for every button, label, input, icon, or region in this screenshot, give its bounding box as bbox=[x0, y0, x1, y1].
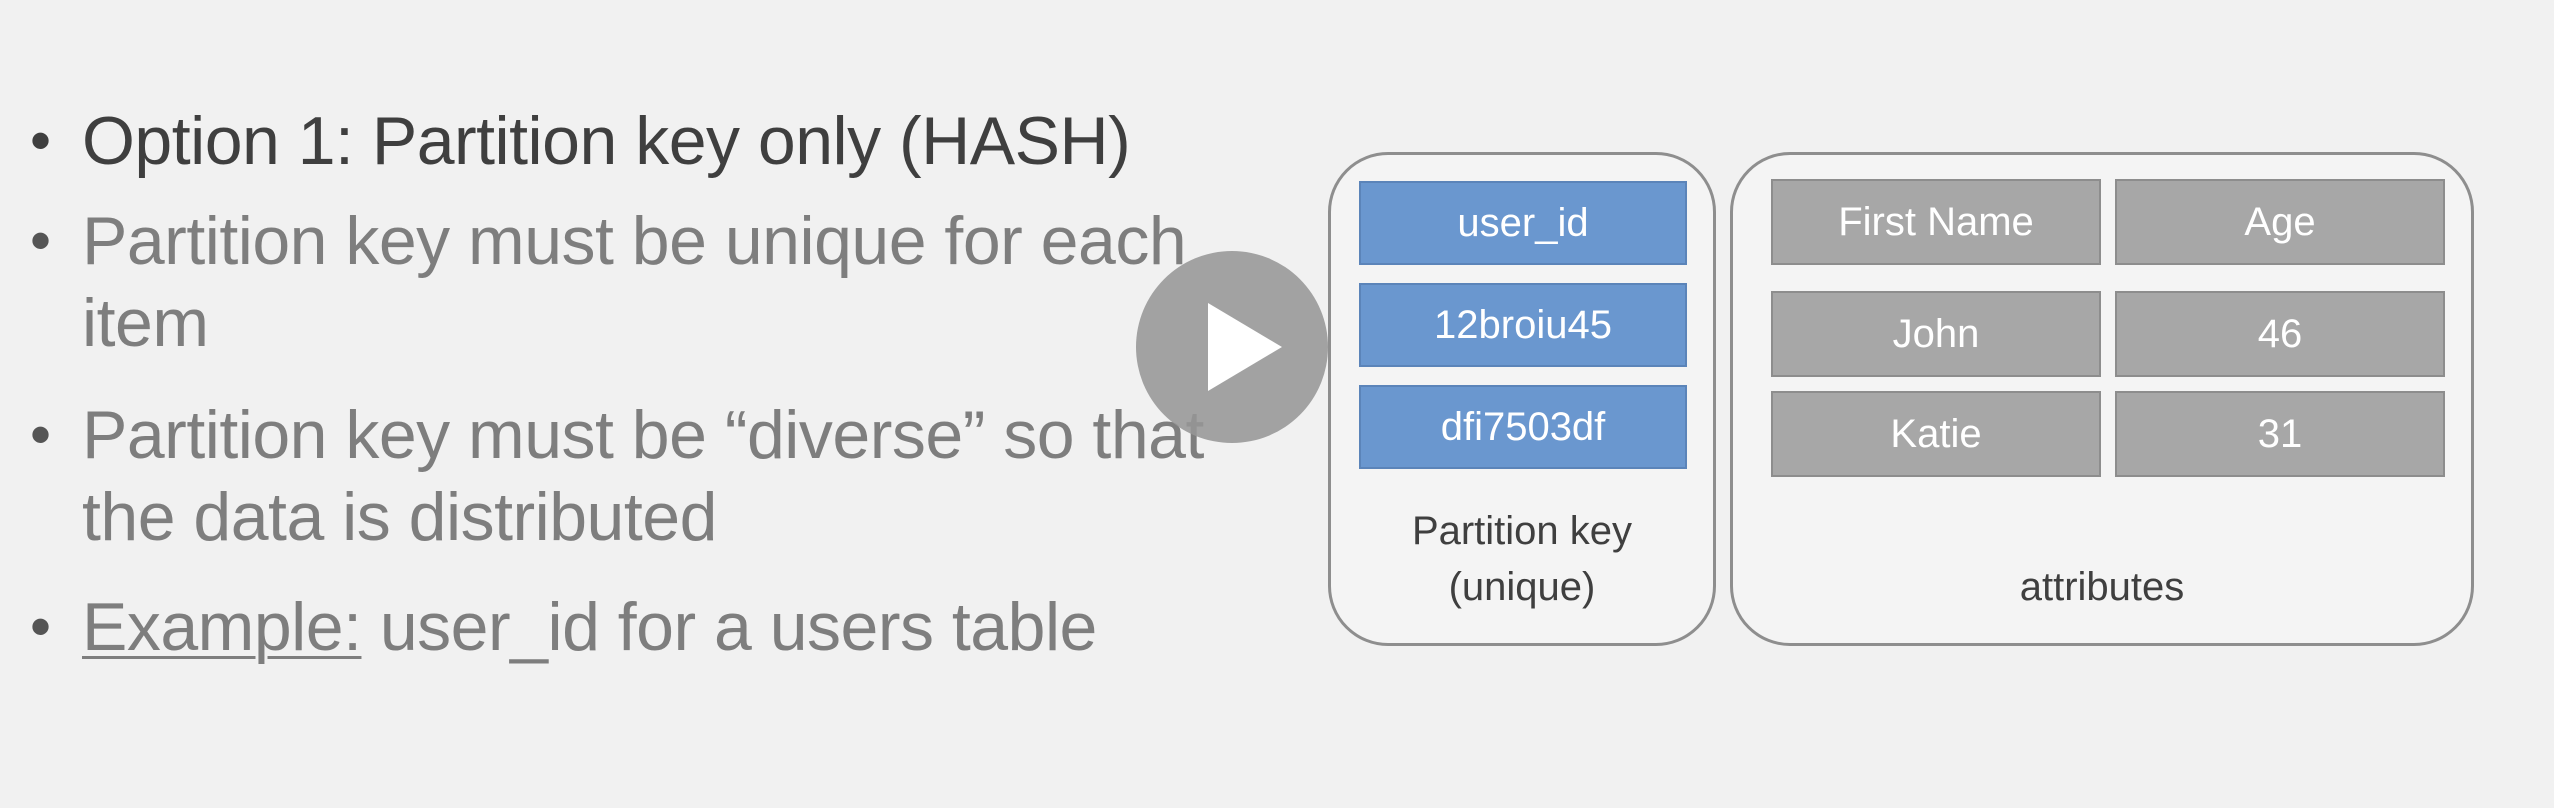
attribute-value-cell: 46 bbox=[2115, 291, 2445, 377]
caption-line: Partition key bbox=[1411, 509, 1633, 553]
bullet-text: Partition key must be unique for each it… bbox=[82, 203, 1187, 361]
attributes-caption: attributes bbox=[2019, 565, 2185, 609]
attribute-header-cell: First Name bbox=[1771, 179, 2101, 265]
attribute-value-cell: Katie bbox=[1771, 391, 2101, 477]
bullet-dot: • bbox=[30, 401, 51, 468]
bullet-dot: • bbox=[30, 107, 51, 174]
attributes-panel: First Name Age John 46 Katie 31 attribut… bbox=[1730, 152, 2474, 646]
attribute-value-cell: John bbox=[1771, 291, 2101, 377]
bullet-list: • Option 1: Partition key only (HASH) • … bbox=[30, 100, 1290, 692]
bullet-option-1: • Option 1: Partition key only (HASH) bbox=[30, 100, 1290, 182]
bullet-dot: • bbox=[30, 593, 51, 660]
slide: • Option 1: Partition key only (HASH) • … bbox=[0, 0, 2554, 808]
attribute-header-cell: Age bbox=[2115, 179, 2445, 265]
bullet-text: user_id for a users table bbox=[361, 589, 1098, 665]
bullet-dot: • bbox=[30, 207, 51, 274]
play-button[interactable] bbox=[1136, 251, 1328, 443]
bullet-unique: • Partition key must be unique for each … bbox=[30, 200, 1290, 364]
partition-key-value-cell: 12broiu45 bbox=[1359, 283, 1687, 367]
caption-line: (unique) bbox=[1448, 565, 1596, 609]
bullet-example: • Example: user_id for a users table bbox=[30, 586, 1290, 668]
play-icon bbox=[1208, 303, 1282, 391]
partition-key-header-cell: user_id bbox=[1359, 181, 1687, 265]
bullet-text: Option 1: Partition key only (HASH) bbox=[82, 103, 1131, 179]
partition-key-caption: Partition key (unique) bbox=[1331, 503, 1713, 615]
attribute-value-cell: 31 bbox=[2115, 391, 2445, 477]
partition-key-value-cell: dfi7503df bbox=[1359, 385, 1687, 469]
bullet-diverse: • Partition key must be “diverse” so tha… bbox=[30, 394, 1290, 558]
example-label: Example: bbox=[82, 589, 362, 665]
partition-key-panel: user_id 12broiu45 dfi7503df Partition ke… bbox=[1328, 152, 1716, 646]
bullet-text: Partition key must be “diverse” so that … bbox=[82, 397, 1204, 555]
